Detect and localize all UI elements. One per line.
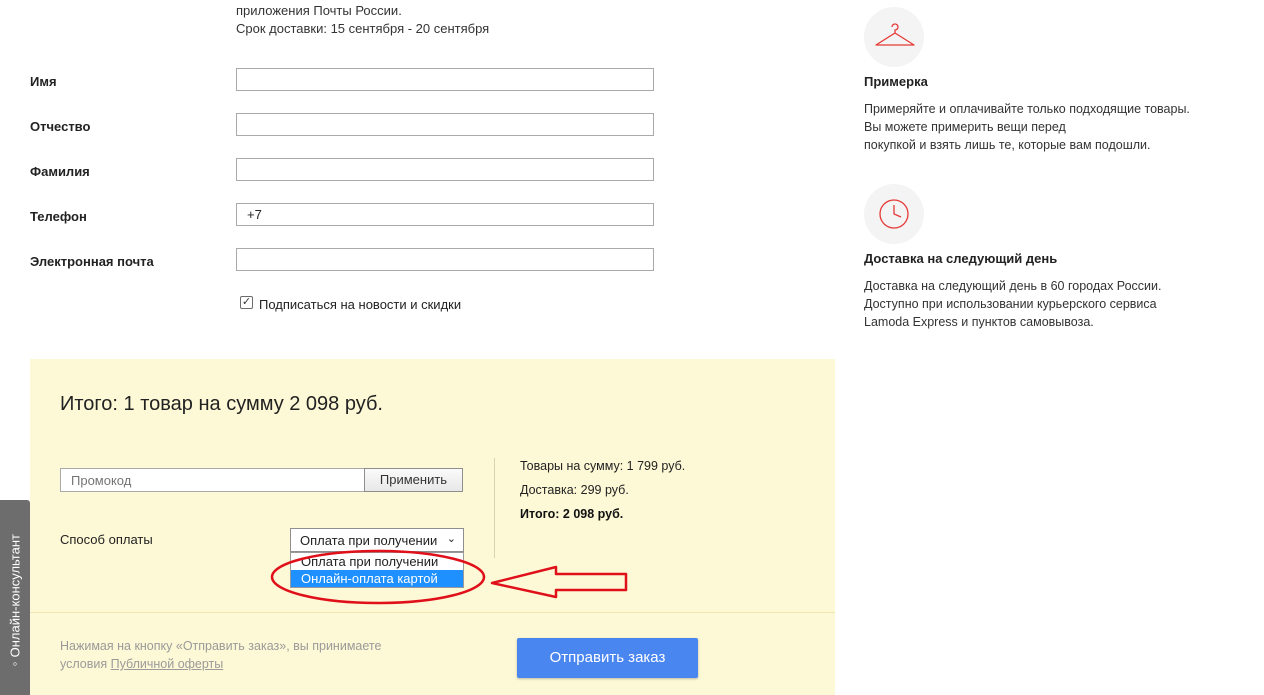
first-name-field[interactable] xyxy=(236,68,654,91)
subscribe-checkbox[interactable]: ✓ xyxy=(240,296,253,309)
submit-order-button[interactable]: Отправить заказ xyxy=(517,638,698,678)
goods-sum: Товары на сумму: 1 799 руб. xyxy=(520,459,686,473)
next-day-icon-circle xyxy=(864,184,924,244)
apply-promo-button[interactable]: Применить xyxy=(364,468,463,492)
email-field[interactable] xyxy=(236,248,654,271)
fitting-title: Примерка xyxy=(864,74,928,89)
last-name-field[interactable] xyxy=(236,158,654,181)
clock-icon xyxy=(879,199,909,229)
annotation-arrow xyxy=(490,565,628,599)
last-name-label: Фамилия xyxy=(30,164,90,179)
chat-bubble-icon: ◦ xyxy=(12,656,18,672)
terms-prefix: условия xyxy=(60,657,108,671)
order-total-title: Итого: 1 товар на сумму 2 098 руб. xyxy=(60,393,383,415)
phone-field[interactable] xyxy=(236,203,654,226)
terms-line: условия Публичной оферты xyxy=(60,657,223,671)
delivery-sum: Доставка: 299 руб. xyxy=(520,483,629,497)
fitting-text-1: Примеряйте и оплачивайте только подходящ… xyxy=(864,102,1190,116)
public-offer-link[interactable]: Публичной оферты xyxy=(111,657,224,671)
email-label: Электронная почта xyxy=(30,254,154,269)
promo-code-input[interactable] xyxy=(60,468,366,492)
delivery-date-line: Срок доставки: 15 сентября - 20 сентября xyxy=(236,21,490,36)
subscribe-label[interactable]: Подписаться на новости и скидки xyxy=(259,297,461,312)
first-name-label: Имя xyxy=(30,74,57,89)
grand-total-sum: Итого: 2 098 руб. xyxy=(520,507,624,521)
next-day-title: Доставка на следующий день xyxy=(864,251,1058,266)
patronymic-label: Отчество xyxy=(30,119,91,134)
fitting-text-2: Вы можете примерить вещи перед xyxy=(864,120,1066,134)
online-consultant-label: ◦Онлайн-консультант xyxy=(7,534,23,672)
phone-label: Телефон xyxy=(30,209,87,224)
delivery-info-line: приложения Почты России. xyxy=(236,3,402,18)
online-consultant-tab[interactable]: ◦Онлайн-консультант xyxy=(0,500,30,695)
patronymic-field[interactable] xyxy=(236,113,654,136)
next-day-text-2: Доступно при использовании курьерского с… xyxy=(864,297,1157,311)
annotation-overlay xyxy=(270,549,628,605)
annotation-ellipse xyxy=(270,549,486,605)
next-day-text-3: Lamoda Express и пунктов самовывоза. xyxy=(864,315,1094,329)
fitting-icon-circle xyxy=(864,7,924,67)
fitting-text-3: покупкой и взять лишь те, которые вам по… xyxy=(864,138,1151,152)
terms-text: Нажимая на кнопку «Отправить заказ», вы … xyxy=(60,639,382,653)
next-day-text-1: Доставка на следующий день в 60 городах … xyxy=(864,279,1162,293)
hanger-icon xyxy=(875,23,915,46)
payment-method-label: Способ оплаты xyxy=(60,532,153,547)
